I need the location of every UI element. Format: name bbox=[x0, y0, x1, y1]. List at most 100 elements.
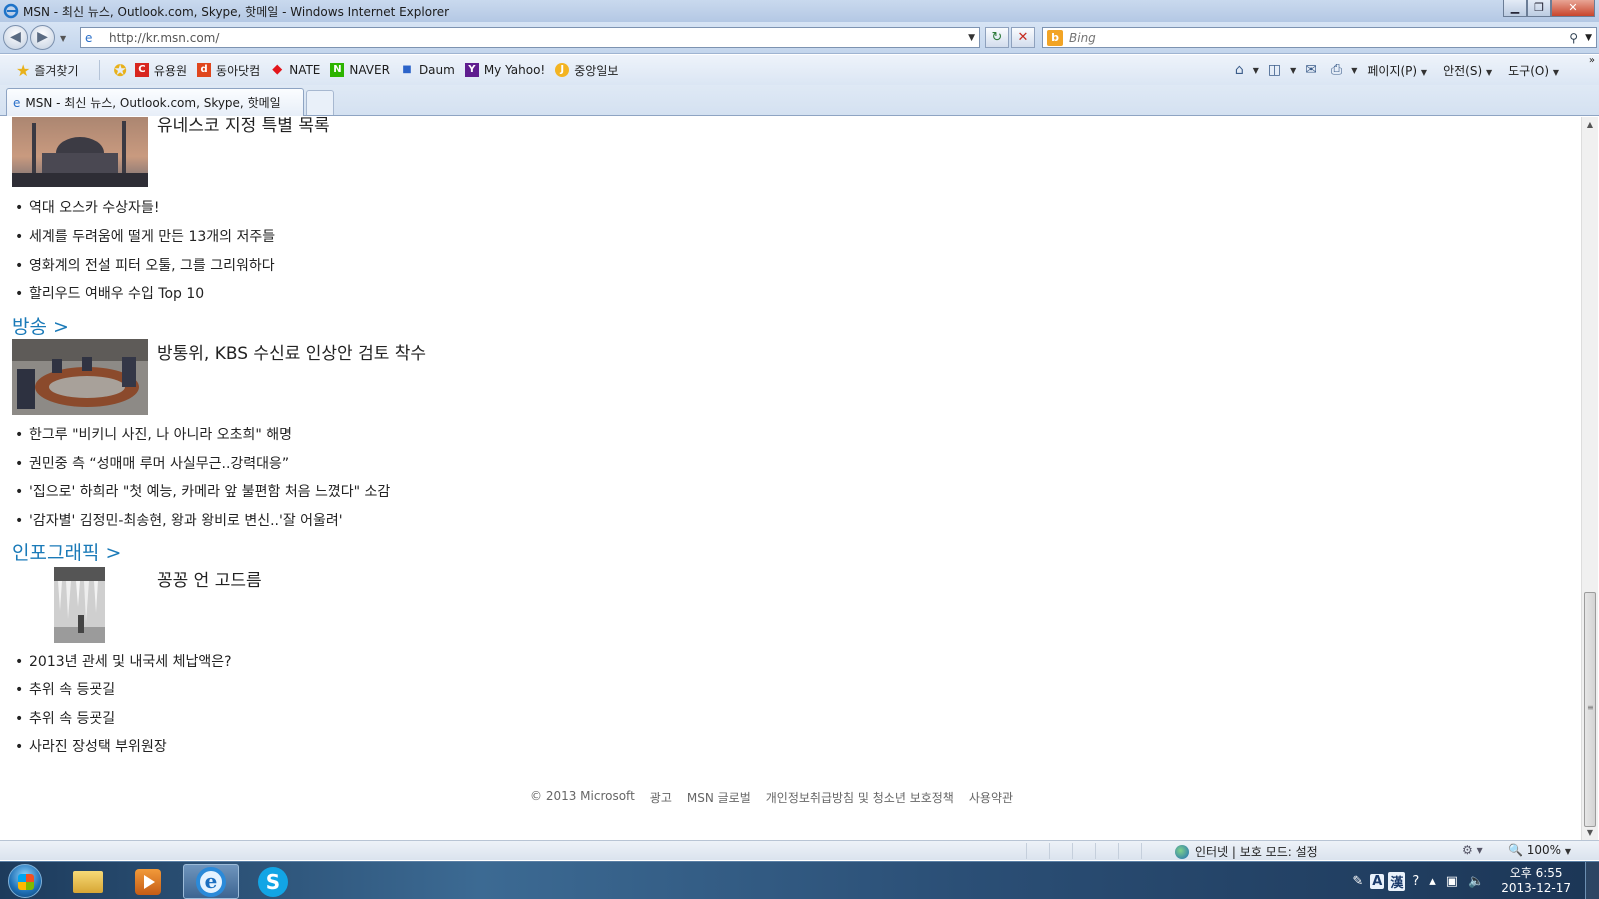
language-bar-icon[interactable]: ✎ bbox=[1352, 874, 1363, 889]
bullet-dot: • bbox=[15, 200, 24, 216]
address-bar[interactable]: e http://kr.msn.com/ ▼ bbox=[80, 27, 980, 48]
tools-menu[interactable]: 도구(O) ▼ bbox=[1508, 62, 1559, 79]
navigation-bar: ◀ ▶ ▼ e http://kr.msn.com/ ▼ ↻ ✕ b ⚲ ▼ bbox=[0, 22, 1599, 54]
list-item[interactable]: • 추위 속 등굣길 bbox=[15, 708, 115, 728]
meeting-thumbnail[interactable] bbox=[12, 339, 148, 415]
close-button[interactable]: ✕ bbox=[1551, 0, 1595, 17]
page-icon: e bbox=[85, 30, 93, 45]
compatibility-icon[interactable]: ⚙ ▾ bbox=[1462, 843, 1483, 857]
clock-time: 오후 6:55 bbox=[1509, 866, 1563, 880]
recent-pages-dropdown-icon[interactable]: ▼ bbox=[60, 34, 66, 43]
favorite-item[interactable]: N NAVER bbox=[330, 63, 390, 77]
list-item[interactable]: • 사라진 장성택 부위원장 bbox=[15, 736, 167, 756]
taskbar-skype[interactable]: S bbox=[245, 864, 301, 899]
top-headline[interactable]: 유네스코 지정 특별 목록 bbox=[157, 117, 330, 136]
chevron-overflow-icon[interactable]: » bbox=[1589, 55, 1595, 66]
section-heading-broadcast[interactable]: 방송 > bbox=[12, 312, 69, 339]
maximize-button[interactable]: ❐ bbox=[1527, 0, 1551, 17]
search-input[interactable] bbox=[1069, 30, 1549, 45]
address-dropdown-icon[interactable]: ▼ bbox=[968, 33, 975, 43]
list-item[interactable]: • 영화계의 전설 피터 오툴, 그를 그리워하다 bbox=[15, 255, 275, 275]
search-icon[interactable]: ⚲ bbox=[1569, 31, 1578, 45]
favorite-item[interactable]: C 유용원 bbox=[134, 62, 188, 79]
start-button[interactable] bbox=[8, 864, 42, 898]
print-dropdown-icon[interactable]: ▼ bbox=[1351, 66, 1357, 75]
stop-button[interactable]: ✕ bbox=[1011, 27, 1035, 48]
bullet-dot: • bbox=[15, 456, 24, 472]
list-item[interactable]: • '집으로' 하희라 "첫 예능, 카메라 앞 불편함 처음 느꼈다" 소감 bbox=[15, 481, 390, 501]
page-menu-label: 페이지(P) bbox=[1367, 63, 1418, 78]
list-item[interactable]: • 추위 속 등굣길 bbox=[15, 679, 115, 699]
mail-icon[interactable]: ✉ bbox=[1305, 62, 1317, 78]
list-item-text: 추위 속 등굣길 bbox=[29, 682, 116, 698]
page-menu[interactable]: 페이지(P) ▼ bbox=[1367, 62, 1427, 79]
system-tray: ✎ A 漢 ? ▴ ▣ 🔈 오후 6:55 2013-12-17 bbox=[1347, 862, 1599, 899]
favorite-label: NAVER bbox=[349, 63, 390, 77]
list-item-text: 사라진 장성택 부위원장 bbox=[29, 739, 167, 755]
clock[interactable]: 오후 6:55 2013-12-17 bbox=[1501, 866, 1571, 896]
taskbar-media-player[interactable] bbox=[120, 864, 176, 899]
scrollbar-thumb[interactable]: ≡ bbox=[1584, 592, 1596, 827]
refresh-button[interactable]: ↻ bbox=[985, 27, 1009, 48]
safety-menu[interactable]: 안전(S) ▼ bbox=[1443, 62, 1492, 79]
zoom-control[interactable]: 🔍 100% ▼ bbox=[1508, 843, 1571, 857]
footer-link-ads[interactable]: 광고 bbox=[650, 789, 672, 806]
help-icon[interactable]: ? bbox=[1412, 874, 1419, 889]
footer-link-terms[interactable]: 사용약관 bbox=[969, 789, 1013, 806]
list-item[interactable]: • 권민중 측 “성매매 루머 사실무근..강력대응” bbox=[15, 453, 289, 473]
feeds-dropdown-icon[interactable]: ▼ bbox=[1290, 66, 1296, 75]
taskbar: e S ✎ A 漢 ? ▴ ▣ 🔈 오후 6:55 2013-12-17 bbox=[0, 861, 1599, 899]
add-favorite-icon[interactable]: ✪ bbox=[114, 61, 127, 80]
feeds-icon[interactable]: ◫ bbox=[1268, 62, 1281, 78]
favorite-item[interactable]: ■ Daum bbox=[400, 63, 455, 77]
taskbar-internet-explorer[interactable]: e bbox=[183, 864, 239, 899]
list-item[interactable]: • 역대 오스카 수상자들! bbox=[15, 197, 159, 217]
favorite-site-icon: ■ bbox=[402, 64, 412, 75]
favorite-item[interactable]: ◆ NATE bbox=[270, 63, 320, 78]
favorites-button[interactable]: ★ 즐겨찾기 bbox=[16, 61, 79, 80]
volume-icon[interactable]: 🔈 bbox=[1468, 874, 1484, 889]
tab-msn[interactable]: e MSN - 최신 뉴스, Outlook.com, Skype, 핫메일 bbox=[6, 88, 304, 116]
forward-button[interactable]: ▶ bbox=[30, 25, 55, 50]
zoom-dropdown-icon: ▼ bbox=[1564, 847, 1572, 856]
new-tab-button[interactable] bbox=[306, 90, 334, 115]
footer-link-global[interactable]: MSN 글로벌 bbox=[687, 789, 751, 806]
mosque-thumbnail[interactable] bbox=[12, 117, 148, 187]
icicle-thumbnail[interactable] bbox=[54, 567, 105, 643]
search-dropdown-icon[interactable]: ▼ bbox=[1585, 33, 1592, 43]
tray-overflow-icon[interactable]: ▴ bbox=[1429, 874, 1436, 889]
security-zone[interactable]: 인터넷 | 보호 모드: 설정 bbox=[1175, 843, 1318, 860]
ime-hanja-indicator[interactable]: 漢 bbox=[1388, 871, 1406, 891]
footer-link-privacy[interactable]: 개인정보취급방침 및 청소년 보호정책 bbox=[766, 789, 954, 806]
list-item[interactable]: • 2013년 관세 및 내국세 체납액은? bbox=[15, 651, 232, 671]
taskbar-explorer[interactable] bbox=[60, 864, 116, 899]
list-item[interactable]: • 한그루 "비키니 사진, 나 아니라 오초희" 해명 bbox=[15, 424, 292, 444]
vertical-scrollbar[interactable]: ▲ ≡ ▼ bbox=[1581, 117, 1598, 840]
favorite-item[interactable]: Y My Yahoo! bbox=[464, 63, 545, 77]
page-footer: © 2013 Microsoft 광고 MSN 글로벌 개인정보취급방침 및 청… bbox=[530, 789, 1013, 806]
favorite-item[interactable]: J 중앙일보 bbox=[555, 62, 618, 79]
globe-icon bbox=[1175, 844, 1189, 859]
minimize-button[interactable]: ▁ bbox=[1503, 0, 1527, 17]
list-item[interactable]: • 할리우드 여배우 수입 Top 10 bbox=[15, 283, 204, 303]
show-desktop-button[interactable] bbox=[1585, 862, 1599, 899]
scroll-up-icon[interactable]: ▲ bbox=[1584, 120, 1596, 129]
favorite-label: 유용원 bbox=[153, 63, 188, 78]
home-icon[interactable]: ⌂ bbox=[1235, 62, 1244, 78]
broadcast-headline[interactable]: 방통위, KBS 수신료 인상안 검토 착수 bbox=[157, 339, 426, 364]
network-icon[interactable]: ▣ bbox=[1446, 874, 1458, 889]
favorite-item[interactable]: d 동아닷컴 bbox=[197, 62, 260, 79]
address-url[interactable]: http://kr.msn.com/ bbox=[109, 31, 219, 45]
list-item-text: 할리우드 여배우 수입 Top 10 bbox=[29, 286, 205, 302]
home-dropdown-icon[interactable]: ▼ bbox=[1253, 66, 1259, 75]
list-item[interactable]: • '감자별' 김정민-최송현, 왕과 왕비로 변신..'잘 어울려' bbox=[15, 510, 343, 530]
scroll-down-icon[interactable]: ▼ bbox=[1584, 828, 1596, 837]
infographic-headline[interactable]: 꽁꽁 언 고드름 bbox=[157, 566, 262, 591]
print-icon[interactable]: ⎙ bbox=[1331, 62, 1342, 78]
ime-mode-indicator[interactable]: A bbox=[1370, 873, 1385, 889]
list-item[interactable]: • 세계를 두려움에 떨게 만든 13개의 저주들 bbox=[15, 226, 275, 246]
list-item-text: 역대 오스카 수상자들! bbox=[29, 200, 160, 216]
back-button[interactable]: ◀ bbox=[3, 25, 28, 50]
section-heading-infographic[interactable]: 인포그래픽 > bbox=[12, 538, 121, 565]
search-box[interactable]: b ⚲ ▼ bbox=[1042, 27, 1597, 48]
